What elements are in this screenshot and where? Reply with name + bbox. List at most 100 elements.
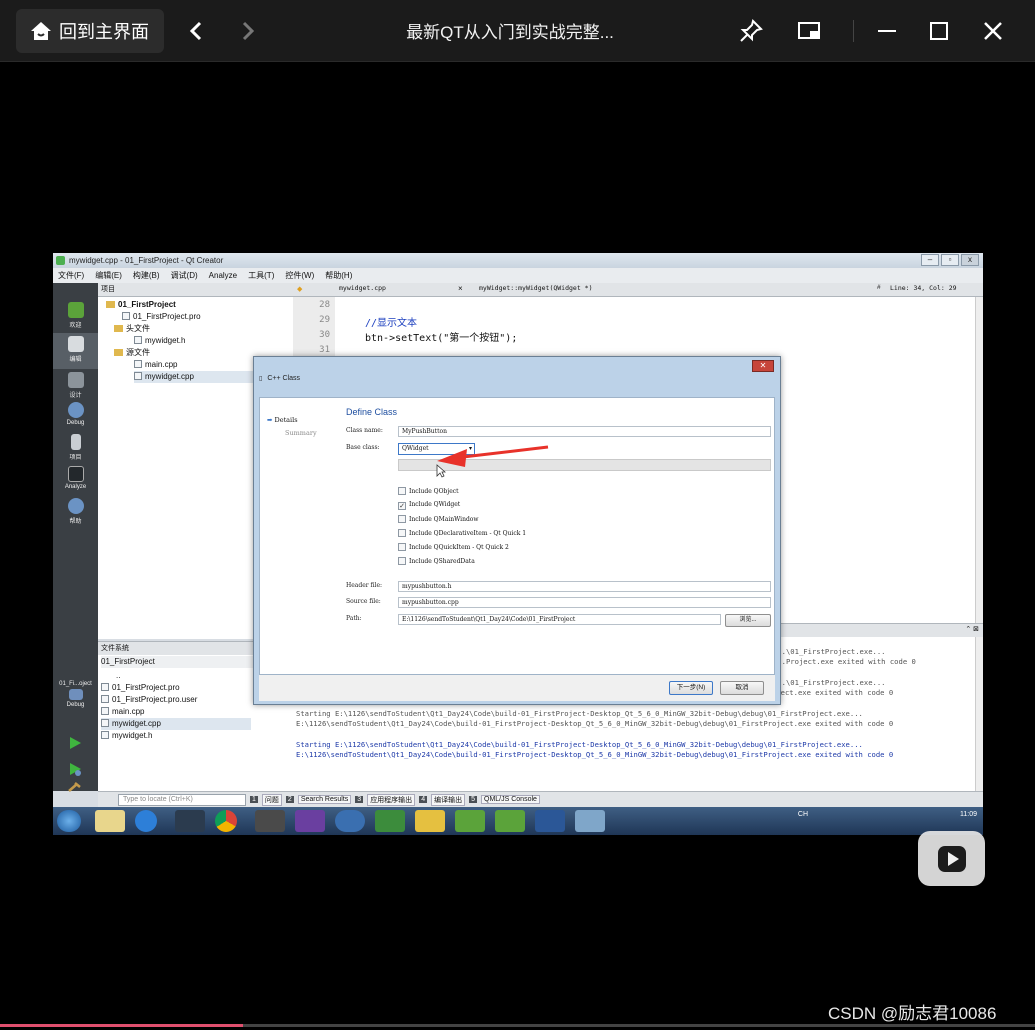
video-progress-bar[interactable] bbox=[0, 1024, 1035, 1027]
checkbox-include-qquickitem[interactable]: Include QQuickItem - Qt Quick 2 bbox=[398, 543, 509, 551]
run-icon[interactable] bbox=[67, 735, 83, 751]
chrome-icon[interactable] bbox=[215, 810, 237, 832]
checkbox-box bbox=[398, 487, 406, 495]
mode-analyze[interactable]: Analyze bbox=[53, 463, 98, 499]
pin-button[interactable] bbox=[734, 14, 768, 48]
mode-welcome[interactable]: 欢迎 bbox=[53, 299, 98, 335]
editor-symbol[interactable]: myWidget::myWidget(QWidget *) bbox=[479, 284, 593, 292]
output-scrollbar[interactable] bbox=[975, 637, 983, 791]
qt-minimize-button[interactable]: – bbox=[921, 254, 939, 266]
checkbox-include-qmainwindow[interactable]: Include QMainWindow bbox=[398, 515, 479, 523]
checkbox-label: Include QQuickItem - Qt Quick 2 bbox=[409, 544, 509, 551]
class-name-field[interactable]: MyPushButton bbox=[398, 426, 771, 437]
maximize-button[interactable] bbox=[922, 14, 956, 48]
list-item[interactable]: mywidget.cpp bbox=[101, 718, 251, 730]
menu-edit[interactable]: 编辑(E) bbox=[95, 270, 122, 281]
back-button[interactable] bbox=[180, 14, 212, 48]
menu-analyze[interactable]: Analyze bbox=[209, 271, 237, 280]
mode-help[interactable]: 帮助 bbox=[53, 495, 98, 531]
browse-button[interactable]: 浏览... bbox=[725, 614, 771, 627]
minimize-button[interactable] bbox=[870, 14, 904, 48]
tree-pro-file[interactable]: 01_FirstProject.pro bbox=[122, 311, 201, 323]
code-comment: //显示文本 bbox=[365, 318, 418, 329]
menu-help[interactable]: 帮助(H) bbox=[325, 270, 352, 281]
qt-restore-button[interactable]: ▫ bbox=[941, 254, 959, 266]
debug-run-icon[interactable] bbox=[67, 761, 83, 777]
menu-build[interactable]: 构建(B) bbox=[133, 270, 160, 281]
edit-document-icon bbox=[67, 336, 84, 352]
screen-tool-icon[interactable] bbox=[575, 810, 605, 832]
path-field[interactable]: E:\1126\sendToStudent\Qt1_Day24\Code\01_… bbox=[398, 614, 721, 625]
forward-button[interactable] bbox=[232, 14, 264, 48]
unity-icon[interactable] bbox=[175, 810, 205, 832]
list-item[interactable]: main.cpp bbox=[101, 706, 144, 718]
tray-clock[interactable]: 11:09 bbox=[960, 811, 977, 818]
tab-app-output[interactable]: 应用程序输出 bbox=[367, 793, 416, 806]
header-file-field[interactable]: mypushbutton.h bbox=[398, 581, 771, 592]
list-item[interactable]: mywidget.h bbox=[101, 730, 152, 742]
kit-selector[interactable]: 01_Fi...oject Debug bbox=[53, 679, 98, 719]
source-file-field[interactable]: mypushbutton.cpp bbox=[398, 597, 771, 608]
play-button[interactable] bbox=[918, 831, 985, 886]
tree-headers-folder[interactable]: 头文件 bbox=[114, 323, 150, 335]
dialog-close-button[interactable]: ✕ bbox=[752, 360, 774, 372]
editor-position: Line: 34, Col: 29 bbox=[890, 284, 957, 292]
close-file-icon[interactable]: × bbox=[458, 284, 463, 293]
home-button[interactable]: 回到主界面 bbox=[16, 9, 164, 53]
explorer-icon[interactable] bbox=[95, 810, 125, 832]
cancel-button[interactable]: 取消 bbox=[720, 681, 764, 695]
menu-widgets[interactable]: 控件(W) bbox=[285, 270, 314, 281]
mode-edit-label: 编辑 bbox=[69, 357, 82, 363]
list-item[interactable]: 01_FirstProject.pro bbox=[101, 682, 180, 694]
tab-search-results[interactable]: Search Results bbox=[297, 795, 352, 804]
evernote-icon[interactable] bbox=[375, 810, 405, 832]
video-frame[interactable]: mywidget.cpp - 01_FirstProject - Qt Crea… bbox=[53, 253, 983, 835]
help-question-icon bbox=[67, 498, 84, 514]
qt-app-icon[interactable] bbox=[495, 810, 525, 832]
qt-creator-icon[interactable] bbox=[455, 810, 485, 832]
project-folder-icon bbox=[106, 301, 115, 308]
tree-main-cpp[interactable]: main.cpp bbox=[134, 359, 177, 371]
mode-projects-label: 项目 bbox=[69, 455, 82, 461]
build-hammer-icon[interactable] bbox=[67, 782, 83, 792]
filesystem-up[interactable]: .. bbox=[116, 670, 120, 682]
lightning-app-icon[interactable] bbox=[135, 810, 157, 832]
folder-app-icon[interactable] bbox=[415, 810, 445, 832]
word-icon[interactable] bbox=[535, 810, 565, 832]
menu-debug[interactable]: 调试(D) bbox=[171, 270, 198, 281]
browser-icon[interactable] bbox=[335, 810, 365, 832]
qt-close-button[interactable]: x bbox=[961, 254, 979, 266]
output-panel-controls[interactable]: ⌃ ⊠ bbox=[965, 625, 979, 633]
editor-scrollbar[interactable] bbox=[975, 297, 983, 623]
checkbox-include-qwidget[interactable]: ✓ Include QWidget bbox=[398, 501, 460, 510]
close-button[interactable] bbox=[976, 14, 1010, 48]
tree-header-file[interactable]: mywidget.h bbox=[134, 335, 185, 347]
tree-pro-label: 01_FirstProject.pro bbox=[133, 312, 201, 321]
mode-debug-label: Debug bbox=[66, 420, 85, 426]
menu-tools[interactable]: 工具(T) bbox=[248, 270, 274, 281]
checkbox-include-qshareddata[interactable]: Include QSharedData bbox=[398, 557, 475, 565]
mode-edit[interactable]: 编辑 bbox=[53, 333, 98, 369]
locate-input[interactable]: Type to locate (Ctrl+K) bbox=[118, 793, 246, 806]
checkbox-box bbox=[398, 515, 406, 523]
qt-window-title: mywidget.cpp - 01_FirstProject - Qt Crea… bbox=[69, 256, 224, 265]
tree-sources-folder[interactable]: 源文件 bbox=[114, 347, 150, 359]
mode-debug[interactable]: Debug bbox=[53, 399, 98, 435]
tray-language[interactable]: CH bbox=[798, 811, 808, 818]
tab-issues[interactable]: 问题 bbox=[261, 793, 282, 806]
checkbox-include-qobject[interactable]: Include QObject bbox=[398, 487, 459, 495]
editor-file-tab[interactable]: mywidget.cpp bbox=[339, 284, 386, 292]
sublime-icon[interactable] bbox=[255, 810, 285, 832]
tab-qml-console[interactable]: QML/JS Console bbox=[481, 795, 540, 804]
tab-compile-output[interactable]: 编译输出 bbox=[431, 793, 466, 806]
menu-file[interactable]: 文件(F) bbox=[58, 270, 84, 281]
tree-root[interactable]: 01_FirstProject bbox=[106, 299, 176, 311]
mode-projects[interactable]: 项目 bbox=[53, 431, 98, 467]
line-number: 28 bbox=[319, 300, 330, 310]
checkbox-include-qdeclarativeitem[interactable]: Include QDeclarativeItem - Qt Quick 1 bbox=[398, 529, 526, 537]
mini-window-button[interactable] bbox=[792, 14, 826, 48]
next-button[interactable]: 下一步(N) bbox=[669, 681, 713, 695]
visual-studio-icon[interactable] bbox=[295, 810, 325, 832]
list-item[interactable]: 01_FirstProject.pro.user bbox=[101, 694, 197, 706]
start-button-icon[interactable] bbox=[57, 810, 81, 832]
